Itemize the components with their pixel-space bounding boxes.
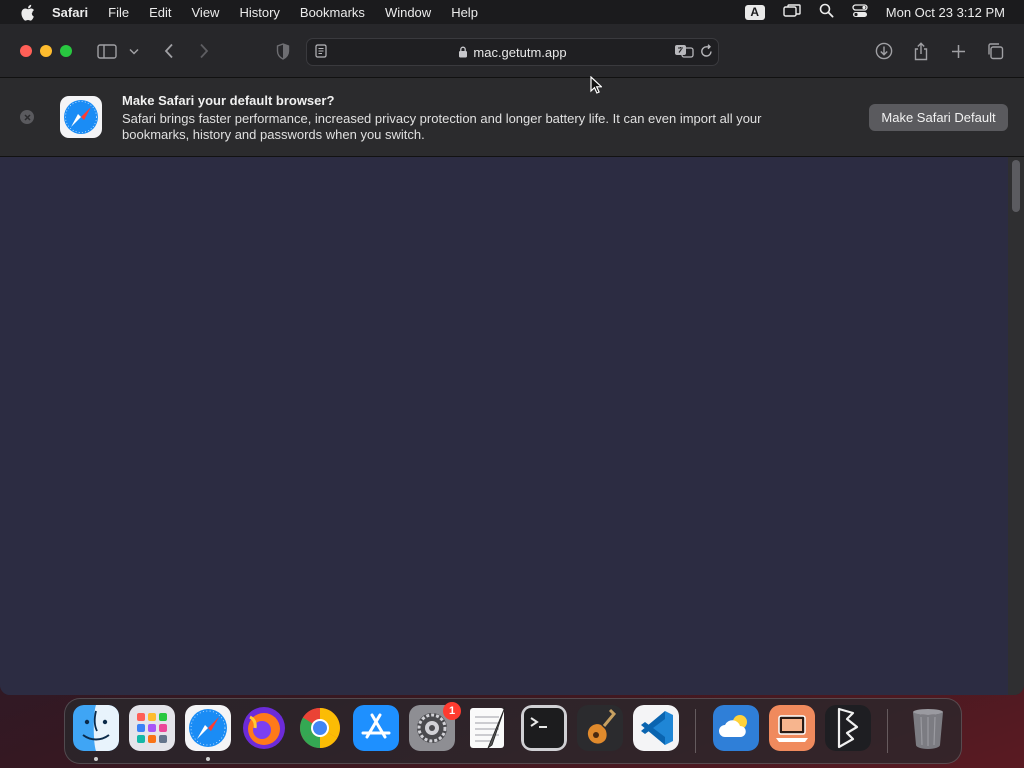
- dock-separator: [695, 709, 696, 753]
- menu-window[interactable]: Window: [385, 5, 431, 20]
- browser-toolbar: mac.getutm.app: [0, 24, 1024, 78]
- menu-history[interactable]: History: [239, 5, 279, 20]
- share-icon[interactable]: [910, 40, 932, 62]
- weather-icon[interactable]: [713, 705, 759, 751]
- menu-edit[interactable]: Edit: [149, 5, 171, 20]
- safari-logo-icon: [60, 96, 102, 138]
- default-browser-banner: Make Safari your default browser? Safari…: [0, 78, 1024, 157]
- safari-icon[interactable]: [185, 705, 231, 751]
- textedit-icon[interactable]: [465, 705, 511, 751]
- mouse-pointer-icon: [590, 75, 604, 99]
- banner-title: Make Safari your default browser?: [122, 93, 335, 108]
- url-text[interactable]: mac.getutm.app: [473, 45, 566, 60]
- trash-icon[interactable]: [905, 705, 951, 751]
- dock: 1: [64, 698, 962, 764]
- banner-close-icon[interactable]: [20, 110, 34, 124]
- address-bar[interactable]: mac.getutm.app: [306, 38, 719, 66]
- safari-running-dot: [206, 757, 210, 761]
- menu-clock[interactable]: Mon Oct 23 3:12 PM: [886, 5, 1005, 20]
- forward-button-icon[interactable]: [193, 40, 215, 62]
- settings-notification-badge: 1: [443, 702, 461, 720]
- downloads-icon[interactable]: [873, 40, 895, 62]
- scrollbar-thumb[interactable]: [1012, 160, 1020, 212]
- scrollbar-track[interactable]: [1008, 157, 1024, 695]
- tab-group-chevron-down-icon[interactable]: [125, 40, 143, 62]
- privacy-shield-icon[interactable]: [272, 40, 294, 62]
- tab-overview-icon[interactable]: [984, 40, 1006, 62]
- vscode-icon[interactable]: [633, 705, 679, 751]
- safari-window: mac.getutm.app Make Safari your default …: [0, 24, 1024, 695]
- menu-bar: Safari File Edit View History Bookmarks …: [0, 0, 1024, 24]
- terminal-icon[interactable]: [521, 705, 567, 751]
- control-center-icon[interactable]: [852, 3, 868, 21]
- banner-body-text: Safari brings faster performance, increa…: [122, 111, 762, 142]
- menu-app-name[interactable]: Safari: [52, 5, 88, 20]
- utm-icon[interactable]: [769, 705, 815, 751]
- page-content-area[interactable]: [0, 157, 1008, 695]
- new-tab-plus-icon[interactable]: [947, 40, 969, 62]
- apple-icon[interactable]: [16, 1, 38, 23]
- input-source-indicator[interactable]: A: [744, 4, 765, 20]
- dock-separator-trash: [887, 709, 888, 753]
- launchpad-icon[interactable]: [129, 705, 175, 751]
- menu-bookmarks[interactable]: Bookmarks: [300, 5, 365, 20]
- app-store-icon[interactable]: [353, 705, 399, 751]
- zoom-window-button[interactable]: [60, 45, 72, 57]
- chrome-icon[interactable]: [297, 705, 343, 751]
- screen-mirroring-icon[interactable]: [783, 3, 801, 21]
- menu-help[interactable]: Help: [451, 5, 478, 20]
- menu-view[interactable]: View: [192, 5, 220, 20]
- firefox-icon[interactable]: [241, 705, 287, 751]
- back-button-icon[interactable]: [158, 40, 180, 62]
- sidebar-toggle-icon[interactable]: [96, 40, 118, 62]
- minimize-window-button[interactable]: [40, 45, 52, 57]
- make-safari-default-button[interactable]: Make Safari Default: [869, 104, 1008, 131]
- reload-icon[interactable]: [700, 44, 713, 61]
- reader-mode-icon[interactable]: [315, 44, 327, 61]
- bbedit-icon[interactable]: [825, 705, 871, 751]
- close-window-button[interactable]: [20, 45, 32, 57]
- finder-icon[interactable]: [73, 705, 119, 751]
- lock-icon: [458, 46, 468, 58]
- menu-file[interactable]: File: [108, 5, 129, 20]
- spotlight-search-icon[interactable]: [819, 3, 834, 21]
- finder-running-dot: [94, 757, 98, 761]
- translate-icon[interactable]: [674, 44, 694, 61]
- garageband-icon[interactable]: [577, 705, 623, 751]
